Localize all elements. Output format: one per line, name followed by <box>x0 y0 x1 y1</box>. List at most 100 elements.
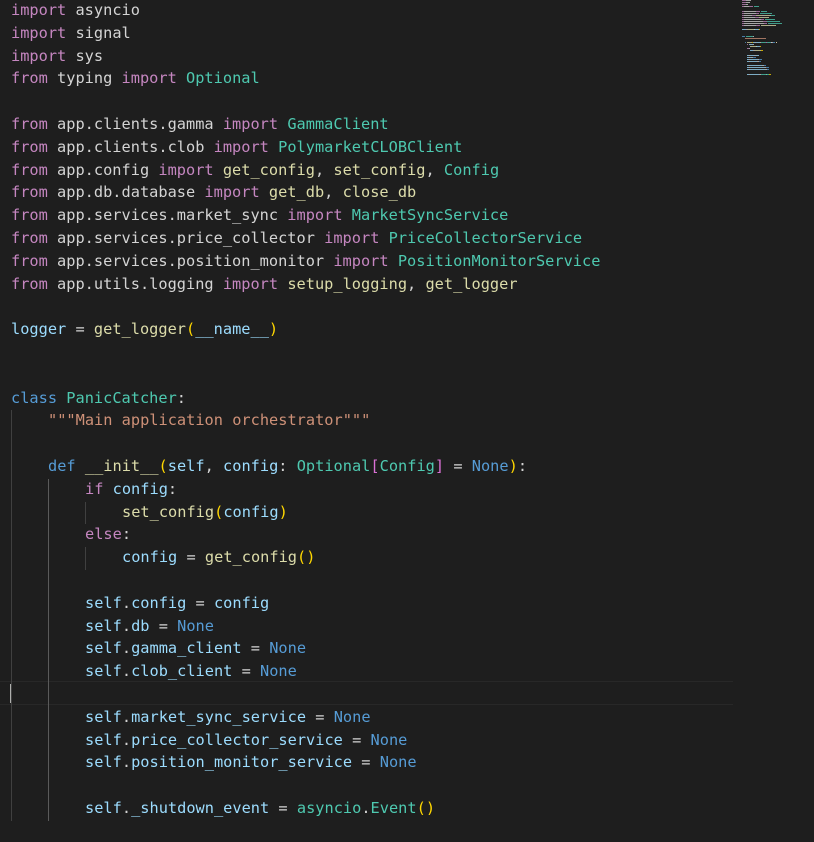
code-token: app.clients.gamma <box>47 115 223 133</box>
code-token: from <box>11 229 48 247</box>
code-token: = <box>177 548 205 567</box>
code-token: config <box>213 593 270 612</box>
code-line[interactable]: import sys <box>11 46 103 69</box>
code-line[interactable]: self._shutdown_event = asyncio.Event() <box>85 798 435 821</box>
code-line[interactable]: from app.utils.logging import setup_logg… <box>11 274 518 297</box>
code-line[interactable]: def __init__(self, config: Optional[Conf… <box>48 456 527 479</box>
indent-guide <box>48 478 49 821</box>
code-line[interactable]: else: <box>85 524 131 547</box>
minimap-token <box>760 10 768 12</box>
code-token: signal <box>66 23 131 42</box>
minimap-token <box>745 35 754 37</box>
code-token: from <box>11 274 48 293</box>
code-line[interactable]: from app.config import get_config, set_c… <box>11 160 499 183</box>
code-token: . <box>121 707 132 726</box>
code-token: get_config <box>204 548 298 567</box>
code-token: PositionMonitorService <box>397 251 601 270</box>
code-token: None <box>471 457 509 475</box>
minimap-token <box>745 2 751 4</box>
code-line[interactable]: from app.clients.clob import PolymarketC… <box>11 137 462 160</box>
code-token: . <box>121 753 132 772</box>
code-token: GammaClient <box>287 115 389 133</box>
minimap-token <box>750 69 765 71</box>
code-line[interactable]: logger = get_logger(__name__) <box>11 319 278 342</box>
code-line[interactable]: class PanicCatcher: <box>11 388 186 411</box>
minimap-token <box>767 21 781 22</box>
minimap-token <box>744 14 752 16</box>
code-token: get_db <box>268 183 325 202</box>
code-line[interactable]: config = get_config() <box>122 547 315 570</box>
code-token: = <box>269 799 297 817</box>
code-line[interactable]: if config: <box>85 479 177 502</box>
code-line[interactable]: """Main application orchestrator""" <box>48 410 370 433</box>
code-line[interactable]: from app.services.position_monitor impor… <box>11 251 600 274</box>
code-token: __init__ <box>84 457 159 475</box>
code-token: ] <box>434 457 445 475</box>
code-token: self <box>85 616 122 635</box>
minimap-token <box>766 69 770 71</box>
minimap-token <box>753 56 756 58</box>
code-line[interactable]: self.gamma_client = None <box>85 638 306 661</box>
code-line[interactable]: import asyncio <box>11 0 140 23</box>
code-token: = <box>342 730 371 749</box>
code-token: import <box>11 46 67 65</box>
code-line[interactable]: self.market_sync_service = None <box>85 707 371 730</box>
minimap-token <box>776 42 777 43</box>
minimap-token <box>755 54 760 56</box>
code-line[interactable]: self.config = config <box>85 593 269 616</box>
minimap-token <box>771 14 775 16</box>
minimap-token <box>749 6 754 8</box>
code-token: import <box>222 115 279 133</box>
code-line[interactable]: self.position_monitor_service = None <box>85 752 417 775</box>
code-token: clob_client <box>131 662 233 681</box>
code-line[interactable]: from app.clients.gamma import GammaClien… <box>11 114 389 137</box>
code-token: self <box>85 662 122 681</box>
code-token: """Main application orchestrator""" <box>48 411 371 430</box>
code-token: app.db.database <box>47 183 205 202</box>
code-token: app.services.market_sync <box>47 206 288 225</box>
code-token: . <box>121 639 132 658</box>
minimap-token <box>753 35 754 37</box>
code-token: = <box>186 593 214 612</box>
code-token: position_monitor_service <box>131 753 353 772</box>
code-editor[interactable]: import asyncio import signal import sys fro… <box>0 0 814 842</box>
code-line[interactable]: from app.db.database import get_db, clos… <box>11 182 416 205</box>
code-token: . <box>361 799 371 817</box>
code-line[interactable]: from typing import Optional <box>11 68 260 91</box>
code-token: import <box>11 1 67 19</box>
code-line[interactable]: set_config(config) <box>122 502 288 525</box>
minimap-token <box>764 18 776 20</box>
minimap-token <box>750 65 762 67</box>
code-token: = <box>444 457 472 475</box>
minimap-token <box>744 18 761 20</box>
code-token: class <box>11 388 58 407</box>
minimap-token <box>756 25 760 27</box>
code-token: None <box>269 639 307 658</box>
code-token: import <box>213 137 269 156</box>
code-token: gamma_client <box>131 639 242 658</box>
minimap-token <box>750 67 765 69</box>
code-line[interactable]: from app.services.price_collector import… <box>11 228 582 251</box>
code-token: set_config <box>333 160 426 179</box>
code-token: config <box>131 593 187 612</box>
code-token: set_config <box>122 502 215 521</box>
code-token: self <box>85 707 122 726</box>
code-token: = <box>352 753 380 772</box>
code-line[interactable]: import signal <box>11 23 131 46</box>
code-token: import <box>11 23 67 42</box>
code-line[interactable]: self.clob_client = None <box>85 661 297 684</box>
code-token: Config <box>443 160 500 179</box>
minimap-token <box>760 18 765 20</box>
code-line[interactable]: self.db = None <box>85 616 214 639</box>
minimap-token <box>763 23 768 25</box>
minimap[interactable] <box>742 0 814 310</box>
code-token: asyncio <box>66 1 140 19</box>
code-line[interactable]: from app.services.market_sync import Mar… <box>11 205 508 228</box>
code-token: Optional <box>296 457 371 475</box>
minimap-token <box>761 50 763 52</box>
code-line[interactable]: self.price_collector_service = None <box>85 730 407 753</box>
